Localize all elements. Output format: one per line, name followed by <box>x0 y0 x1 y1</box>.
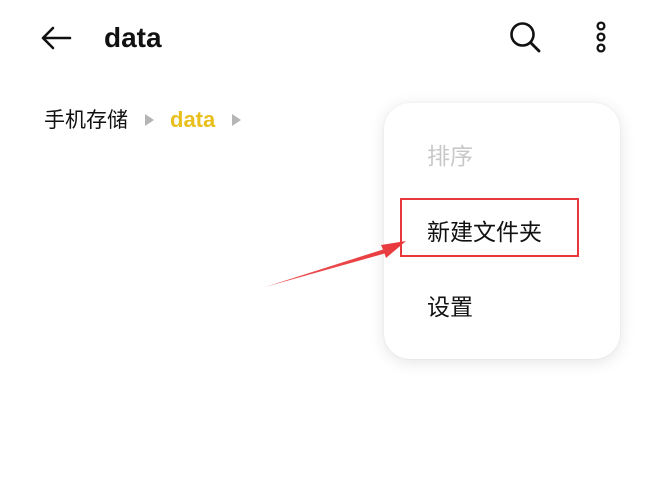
search-button[interactable] <box>504 16 546 58</box>
menu-item-settings[interactable]: 设置 <box>427 286 473 330</box>
overflow-menu: 排序 新建文件夹 设置 <box>384 103 620 359</box>
top-app-bar: data <box>0 0 650 76</box>
more-vertical-icon <box>596 21 606 53</box>
menu-item-new-folder[interactable]: 新建文件夹 <box>427 211 542 255</box>
breadcrumb-item-current[interactable]: data <box>170 104 215 136</box>
search-icon <box>510 22 541 53</box>
back-button[interactable] <box>34 18 78 58</box>
arrow-left-icon <box>41 26 72 50</box>
breadcrumb-item-root[interactable]: 手机存储 <box>44 104 128 136</box>
triangle-right-icon <box>232 114 242 126</box>
menu-item-sort[interactable]: 排序 <box>427 135 473 179</box>
breadcrumb: 手机存储 data <box>44 104 257 136</box>
more-options-button[interactable] <box>582 16 620 58</box>
triangle-right-icon <box>145 114 154 126</box>
page-title: data <box>104 22 162 53</box>
